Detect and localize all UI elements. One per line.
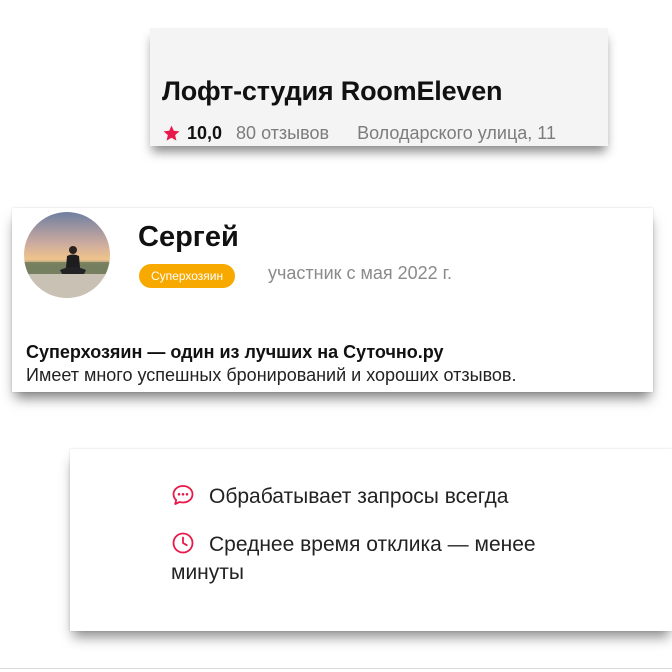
clock-icon [172,532,194,554]
requests-row: Обрабатывает запросы всегда [171,483,631,511]
avatar-photo [24,212,110,298]
reviews-link[interactable]: 80 отзывов [236,123,329,144]
avatar[interactable] [24,212,110,298]
member-since: участник с мая 2022 г. [268,263,453,283]
host-card: Сергей Суперхозяин участник с мая 2022 г… [12,208,653,392]
address-text: Володарского улица, 11 [357,123,556,143]
listing-meta: 10,0 80 отзывов Володарского улица, 11 [162,123,556,144]
superhost-badge: Суперхозяин [139,264,236,288]
star-icon [163,125,180,141]
chat-bubble-icon [172,485,194,505]
listing-header-card: Лофт-студия RoomEleven 10,0 80 отзывов В… [150,28,608,146]
requests-text: Обрабатывает запросы всегда [209,485,509,508]
listing-title: Лофт-студия RoomEleven [162,76,503,106]
superhost-description: Имеет много успешных бронирований и хоро… [26,365,517,385]
response-time-row: Среднее время отклика — менее минуты [171,531,611,587]
response-time-text: Среднее время отклика — менее минуты [171,533,536,584]
host-name: Сергей [138,221,239,253]
superhost-title: Суперхозяин — один из лучших на Суточно.… [26,342,444,362]
divider [0,668,672,669]
response-card: Обрабатывает запросы всегда Среднее врем… [70,449,672,631]
rating-value: 10,0 [187,123,223,143]
